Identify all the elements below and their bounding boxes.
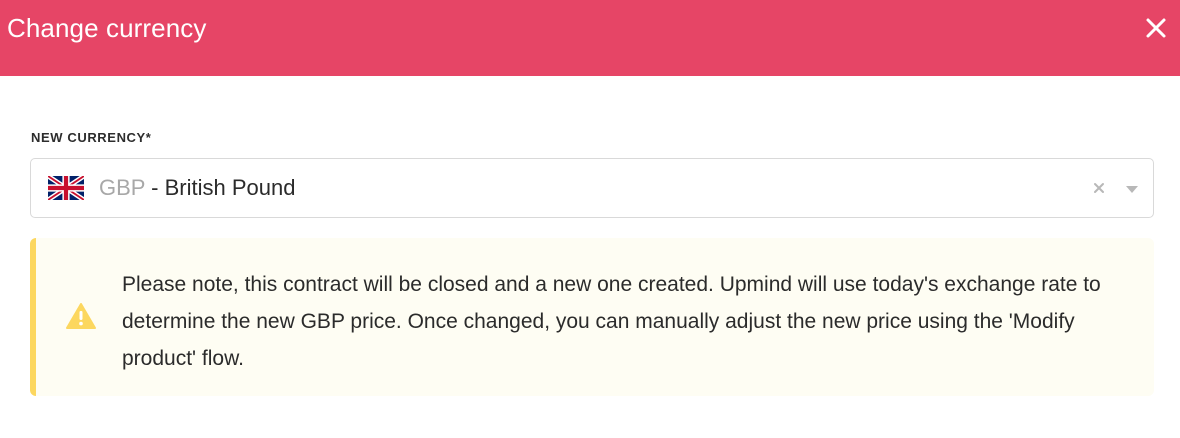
chevron-down-icon[interactable] — [1123, 183, 1141, 195]
notice-text: Please note, this contract will be close… — [122, 273, 1101, 370]
currency-select[interactable]: GBP - British Pound — [30, 158, 1154, 218]
clear-icon[interactable] — [1091, 180, 1107, 196]
currency-field-label: NEW CURRENCY* — [31, 130, 152, 145]
change-currency-modal: Change currency NEW CURRENCY* GBP - Brit… — [0, 0, 1180, 438]
currency-name: British Pound — [164, 175, 296, 200]
close-button[interactable] — [1138, 10, 1174, 46]
modal-header: Change currency — [0, 0, 1180, 76]
modal-title: Change currency — [7, 13, 207, 43]
currency-code: GBP — [99, 175, 146, 200]
uk-flag-icon — [48, 176, 84, 200]
warning-icon — [65, 302, 97, 330]
warning-notice: Please note, this contract will be close… — [30, 238, 1154, 396]
close-icon — [1146, 18, 1166, 38]
selected-currency: GBP - British Pound — [99, 174, 295, 202]
currency-separator: - — [145, 175, 165, 200]
